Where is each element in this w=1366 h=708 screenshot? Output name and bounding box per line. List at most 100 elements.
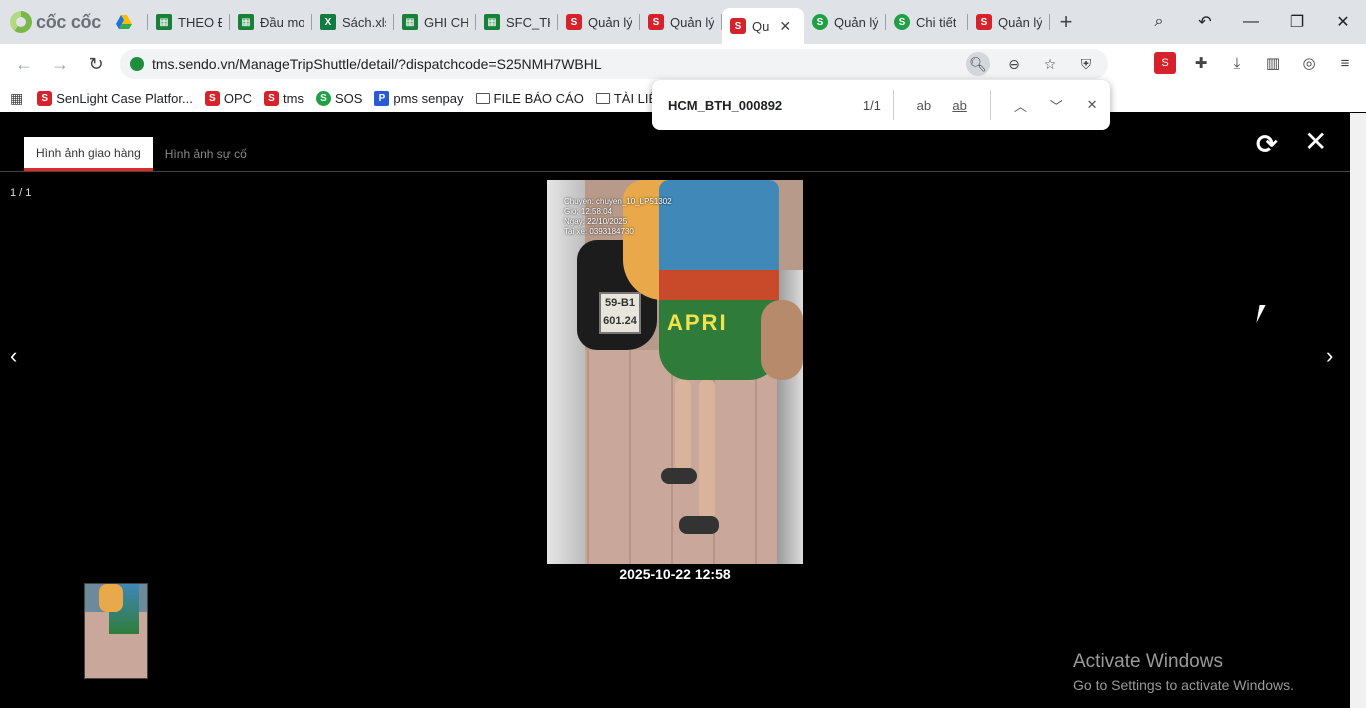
find-input[interactable]: HCM_BTH_000892 bbox=[652, 98, 841, 113]
find-page-icon[interactable]: 🔍︎ bbox=[966, 52, 990, 76]
browser-tab[interactable]: ▦ SFC_TH bbox=[476, 6, 558, 38]
sendo-icon: S bbox=[648, 14, 664, 30]
sheet-icon: ▦ bbox=[156, 14, 172, 30]
tab-delivery-images[interactable]: Hình ảnh giao hàng bbox=[24, 137, 153, 171]
photo-sandal bbox=[661, 468, 697, 484]
new-tab-button[interactable]: + bbox=[1050, 9, 1082, 35]
mouse-cursor-icon bbox=[1256, 305, 1266, 323]
photo-sandal bbox=[679, 516, 719, 534]
restore-button[interactable]: ❐ bbox=[1274, 12, 1320, 32]
image-counter: 1 / 1 bbox=[10, 187, 32, 199]
tab-separator bbox=[1049, 14, 1050, 30]
url-text[interactable]: tms.sendo.vn/ManageTripShuttle/detail/?d… bbox=[152, 56, 602, 72]
photo-thumbnail[interactable] bbox=[84, 583, 148, 679]
divider bbox=[892, 90, 894, 120]
bookmark-item[interactable]: Ppms senpay bbox=[368, 90, 469, 106]
watermark-title: Activate Windows bbox=[1073, 651, 1223, 672]
bookmark-item[interactable]: S SOS bbox=[310, 90, 368, 106]
next-image-icon[interactable]: › bbox=[1326, 343, 1333, 369]
browser-tab[interactable]: S Qu ✕ bbox=[722, 8, 804, 44]
window-controls: ⌕ ↶ — ❐ ✕ bbox=[1136, 0, 1366, 44]
back-button[interactable]: ← bbox=[6, 54, 42, 75]
bookmark-item[interactable]: S OPC bbox=[199, 90, 258, 106]
vertical-scrollbar[interactable] bbox=[1350, 113, 1366, 708]
sheet-icon: ▦ bbox=[238, 14, 254, 30]
image-viewer: Hình ảnh giao hàng Hình ảnh sự cố ⟳ ✕ 1 … bbox=[0, 113, 1350, 708]
close-viewer-icon[interactable]: ✕ bbox=[1304, 125, 1327, 158]
bookmark-star-icon[interactable]: ☆ bbox=[1038, 52, 1062, 76]
find-close-icon[interactable]: ✕ bbox=[1074, 97, 1110, 113]
divider bbox=[0, 171, 1350, 172]
extension-sendo-icon[interactable]: S bbox=[1154, 52, 1176, 74]
tab-strip: cốc cốc ▦ THEO Đ ▦ Đầu mơ X Sách.xls ▦ GHI CH ▦ S… bbox=[0, 0, 1366, 44]
tab-label: Sách.xls bbox=[342, 14, 386, 30]
bookmark-label: FILE BÁO CÁO bbox=[493, 90, 584, 106]
drive-icon bbox=[116, 14, 132, 30]
green-circle-icon: S bbox=[812, 14, 828, 30]
sendo-icon: S bbox=[730, 18, 746, 34]
tab-close-icon[interactable]: ✕ bbox=[779, 18, 791, 35]
brand-text: cốc cốc bbox=[36, 11, 101, 32]
site-secure-icon[interactable] bbox=[130, 57, 144, 71]
photo-license-plate: 59-B1 601.24 bbox=[599, 292, 641, 334]
photo-caption: 2025-10-22 12:58 bbox=[619, 566, 731, 582]
tab-label: Đầu mơ bbox=[260, 14, 304, 30]
browser-tab[interactable]: S Quản lý bbox=[558, 6, 640, 38]
overlay-line: Chuyen: chuyen_10_LP51302 bbox=[564, 197, 672, 206]
browser-tab[interactable]: ▦ GHI CH bbox=[394, 6, 476, 38]
match-case-icon[interactable]: ab bbox=[906, 98, 942, 113]
back-history-icon[interactable]: ↶ bbox=[1182, 12, 1228, 32]
address-bar[interactable]: tms.sendo.vn/ManageTripShuttle/detail/?d… bbox=[120, 49, 1108, 79]
sendo-icon: S bbox=[976, 14, 992, 30]
find-previous-icon[interactable]: ︿ bbox=[1003, 96, 1039, 115]
previous-image-icon[interactable]: ‹ bbox=[10, 343, 17, 369]
browser-tab[interactable]: ▦ Đầu mơ bbox=[230, 6, 312, 38]
photo-leg bbox=[699, 380, 715, 520]
coccoc-logo-icon bbox=[10, 11, 32, 33]
tab-label: Quản lý bbox=[670, 14, 714, 30]
find-bar: HCM_BTH_000892 1/1 ab ab ︿ ﹀ ✕ bbox=[652, 80, 1110, 130]
excel-icon: X bbox=[320, 14, 336, 30]
zoom-out-icon[interactable]: ⊖ bbox=[1002, 52, 1026, 76]
browser-tab[interactable]: X Sách.xls bbox=[312, 6, 394, 38]
photo-dog bbox=[761, 300, 803, 380]
tab-incident-images[interactable]: Hình ảnh sự cố bbox=[153, 137, 259, 171]
tab-label: GHI CH bbox=[424, 14, 468, 30]
thumb-bag bbox=[99, 584, 123, 612]
bookmark-item[interactable]: Stms bbox=[258, 90, 310, 106]
bookmark-item[interactable]: S SenLight Case Platfor... bbox=[31, 90, 199, 106]
match-whole-word-icon[interactable]: ab bbox=[942, 98, 978, 113]
bookmark-label: SenLight Case Platfor... bbox=[56, 90, 193, 106]
browser-brand[interactable]: cốc cốc bbox=[0, 11, 108, 33]
watermark-subtitle: Go to Settings to activate Windows. bbox=[1073, 677, 1294, 693]
delivery-photo[interactable]: 59-B1 601.24 APRI Chuyen: chuyen_10_LP51… bbox=[547, 180, 803, 564]
browser-tab[interactable]: S Quản lý bbox=[640, 6, 722, 38]
browser-tab[interactable]: ▦ THEO Đ bbox=[148, 6, 230, 38]
find-next-icon[interactable]: ﹀ bbox=[1038, 96, 1074, 115]
find-count: 1/1 bbox=[862, 97, 881, 113]
shield-icon[interactable]: ⛨ bbox=[1074, 52, 1098, 76]
browser-tab[interactable]: S Chi tiết bbox=[886, 6, 968, 38]
bookmark-item[interactable]: FILE BÁO CÁO bbox=[470, 91, 590, 106]
overlay-line: Ngay: 22/10/2025 bbox=[564, 217, 628, 226]
close-window-button[interactable]: ✕ bbox=[1320, 12, 1366, 32]
forward-button[interactable]: → bbox=[42, 54, 78, 75]
reload-button[interactable]: ↻ bbox=[78, 54, 114, 75]
bookmark-label: tms bbox=[283, 90, 304, 106]
toolbar: ← → ↻ tms.sendo.vn/ManageTripShuttle/det… bbox=[0, 44, 1366, 84]
browser-tab[interactable] bbox=[108, 6, 148, 38]
split-view-icon[interactable]: ▥ bbox=[1262, 52, 1284, 74]
profile-icon[interactable]: ◎ bbox=[1298, 52, 1320, 74]
bookmark-label: OPC bbox=[223, 90, 252, 106]
apps-grid-icon[interactable]: ▦ bbox=[10, 90, 31, 107]
menu-icon[interactable]: ≡ bbox=[1334, 52, 1356, 74]
browser-tab[interactable]: S Quản lý bbox=[804, 6, 886, 38]
photo-overlay-text: Chuyen: chuyen_10_LP51302 Gio: 12:58:04 … bbox=[564, 197, 672, 237]
rotate-icon[interactable]: ⟳ bbox=[1256, 129, 1278, 160]
download-icon[interactable]: ⤓ bbox=[1226, 52, 1248, 74]
photo-dress-text: APRI bbox=[667, 310, 728, 335]
extensions-puzzle-icon[interactable]: ✚ bbox=[1190, 52, 1212, 74]
tab-search-icon[interactable]: ⌕ bbox=[1136, 13, 1182, 31]
minimize-button[interactable]: — bbox=[1228, 13, 1274, 31]
browser-tab[interactable]: S Quản lý bbox=[968, 6, 1050, 38]
